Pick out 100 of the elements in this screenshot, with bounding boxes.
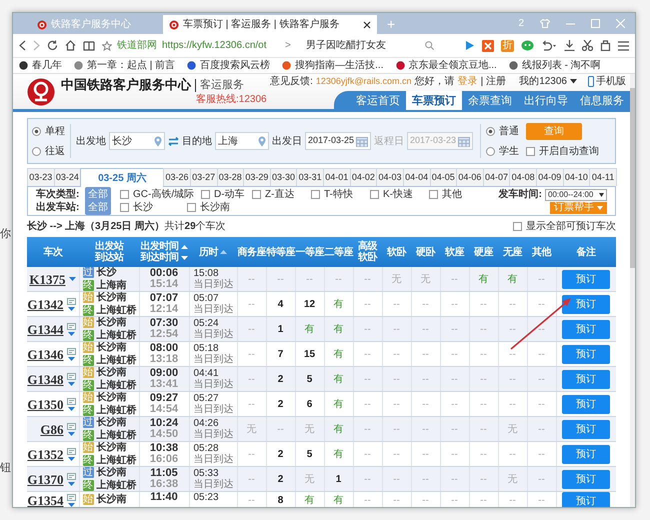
checkbox[interactable] bbox=[429, 190, 438, 199]
nav-tab[interactable]: 车票预订 bbox=[406, 91, 462, 110]
date-tab[interactable]: 03-27 bbox=[190, 168, 218, 186]
bag-icon[interactable] bbox=[600, 40, 611, 51]
book-button[interactable]: 预订 bbox=[562, 492, 610, 507]
scroll-thumb[interactable] bbox=[630, 88, 635, 268]
train-number-link[interactable]: G1346 bbox=[27, 348, 64, 360]
sort-up-icon[interactable] bbox=[220, 250, 227, 254]
bookmark-icon[interactable] bbox=[396, 61, 404, 70]
date-tab[interactable]: 04-04 bbox=[402, 168, 430, 186]
book-button[interactable]: 预订 bbox=[562, 444, 610, 464]
date-tab[interactable]: 04-10 bbox=[562, 168, 590, 186]
bookmark-icon[interactable] bbox=[19, 61, 28, 70]
train-number-link[interactable]: G86 bbox=[40, 424, 64, 434]
checkbox[interactable] bbox=[526, 147, 535, 156]
checkbox[interactable] bbox=[311, 190, 320, 199]
browser-tab[interactable]: 车票预订 | 客运服务 | 铁路客户服务 bbox=[163, 15, 377, 34]
reload-icon[interactable] bbox=[47, 40, 58, 51]
input-field[interactable]: 2017-03-25 bbox=[305, 132, 371, 150]
swap-icon[interactable] bbox=[168, 136, 179, 146]
shirt-icon[interactable] bbox=[540, 19, 550, 28]
bookmark-link[interactable]: 百度搜索风云榜 bbox=[200, 58, 270, 73]
bookmark-link[interactable]: 搜狗指南—生活技... bbox=[295, 58, 384, 73]
book-button[interactable]: 预订 bbox=[562, 370, 610, 388]
checkbox[interactable] bbox=[201, 190, 210, 199]
book-button[interactable]: 预订 bbox=[562, 270, 610, 288]
input-field[interactable]: 上海 bbox=[215, 132, 269, 150]
bookmark-link[interactable]: 线报列表 - 淘不啊 bbox=[522, 58, 601, 73]
date-tab[interactable]: 03-30 bbox=[270, 168, 298, 186]
date-tab[interactable]: 04-06 bbox=[456, 168, 484, 186]
book-button[interactable]: 预订 bbox=[562, 420, 610, 438]
home-icon[interactable] bbox=[65, 40, 76, 51]
info-card-icon[interactable] bbox=[66, 372, 76, 380]
time-select[interactable]: 00:00--24:00 bbox=[545, 188, 607, 200]
maximize-icon[interactable] bbox=[591, 19, 600, 28]
checkbox[interactable] bbox=[252, 190, 261, 199]
date-tab[interactable]: 04-08 bbox=[509, 168, 537, 186]
book-button[interactable]: 预订 bbox=[562, 344, 610, 364]
url-text[interactable]: https://kyfw.12306.cn/ot bbox=[162, 38, 280, 53]
checkbox[interactable] bbox=[513, 222, 522, 231]
bookmark-link[interactable]: 第一章：起点 | 前言 bbox=[87, 58, 176, 73]
book-icon[interactable] bbox=[83, 40, 95, 50]
radio-button[interactable] bbox=[32, 146, 41, 156]
train-number-link[interactable]: G1352 bbox=[27, 448, 64, 460]
info-card-icon[interactable] bbox=[66, 398, 76, 404]
date-tab[interactable]: 04-01 bbox=[323, 168, 351, 186]
date-tab[interactable]: 04-05 bbox=[430, 168, 458, 186]
scrollbar[interactable] bbox=[630, 74, 635, 507]
scissors-icon[interactable] bbox=[582, 40, 593, 51]
nav-tab[interactable]: 客运首页 bbox=[350, 91, 406, 110]
date-tab[interactable]: 04-07 bbox=[482, 168, 510, 186]
caret-icon[interactable] bbox=[570, 79, 577, 84]
info-card-icon[interactable] bbox=[66, 348, 76, 354]
train-number-link[interactable]: G1354 bbox=[27, 495, 64, 506]
back-icon[interactable] bbox=[19, 40, 26, 51]
star-icon[interactable] bbox=[102, 40, 112, 50]
url-more[interactable]: > bbox=[285, 38, 291, 53]
info-card-icon[interactable] bbox=[66, 494, 76, 501]
train-number-link[interactable]: G1342 bbox=[27, 298, 64, 310]
checkbox[interactable] bbox=[120, 190, 129, 199]
date-tab[interactable]: 03-29 bbox=[243, 168, 271, 186]
mobile-link[interactable]: 手机版 bbox=[596, 74, 626, 89]
book-button[interactable]: 预订 bbox=[562, 320, 610, 338]
nav-tab[interactable]: 出行向导 bbox=[518, 91, 574, 110]
bookmark-icon[interactable] bbox=[508, 61, 518, 70]
close-icon[interactable] bbox=[363, 20, 371, 28]
book-button[interactable]: 预订 bbox=[562, 394, 610, 414]
bookmark-link[interactable]: 京东最全领京豆地... bbox=[408, 58, 497, 73]
bookmark-link[interactable]: 春几年 bbox=[32, 58, 62, 73]
tools-icon[interactable] bbox=[482, 40, 494, 52]
date-tab[interactable]: 03-23 bbox=[27, 168, 55, 186]
info-card-icon[interactable] bbox=[66, 472, 76, 480]
register-link[interactable]: 注册 bbox=[486, 74, 506, 89]
download-icon[interactable] bbox=[564, 40, 575, 51]
book-button[interactable]: 预订 bbox=[562, 470, 610, 488]
info-card-icon[interactable] bbox=[66, 422, 76, 430]
date-tab[interactable]: 03-24 bbox=[54, 168, 82, 186]
play-icon[interactable] bbox=[465, 40, 475, 51]
info-card-icon[interactable] bbox=[66, 322, 76, 330]
input-field[interactable]: 长沙 bbox=[109, 132, 165, 150]
forward-icon[interactable] bbox=[33, 40, 40, 51]
sort-up-icon[interactable] bbox=[180, 244, 188, 248]
nav-tab[interactable]: 余票查询 bbox=[462, 91, 518, 110]
bookmark-icon[interactable] bbox=[187, 61, 196, 70]
info-card-icon[interactable] bbox=[66, 298, 76, 304]
date-tab[interactable]: 04-02 bbox=[350, 168, 378, 186]
date-tab[interactable]: 04-11 bbox=[589, 168, 617, 186]
info-card-icon[interactable] bbox=[66, 448, 76, 454]
date-tab[interactable]: 03-28 bbox=[216, 168, 244, 186]
radio-button[interactable] bbox=[32, 126, 41, 136]
sort-down-icon[interactable] bbox=[180, 256, 188, 260]
nav-tab[interactable]: 信息服务 bbox=[574, 91, 630, 110]
date-tab[interactable]: 04-09 bbox=[536, 168, 564, 186]
date-tab[interactable]: 03-31 bbox=[296, 168, 324, 186]
date-tab[interactable]: 03-26 bbox=[163, 168, 191, 186]
my-account-link[interactable]: 我的12306 bbox=[519, 74, 567, 89]
checkbox[interactable] bbox=[120, 203, 129, 212]
checkbox[interactable] bbox=[370, 190, 379, 199]
radio-button[interactable] bbox=[486, 146, 495, 156]
date-tab[interactable]: 03-25 周六 bbox=[80, 168, 164, 187]
